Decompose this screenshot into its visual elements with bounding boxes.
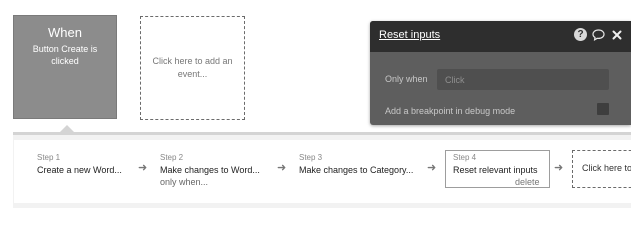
step-name: Make changes to Category... (299, 165, 414, 175)
arrow-right-icon: ➜ (138, 162, 148, 174)
arrow-right-icon: ➜ (554, 162, 564, 174)
only-when-input[interactable] (437, 69, 609, 90)
help-icon[interactable]: ? (574, 28, 587, 41)
step-2[interactable]: Step 2 Make changes to Word... only when… (160, 152, 260, 188)
arrow-right-icon: ➜ (427, 162, 437, 174)
step-condition: only when... (160, 177, 209, 187)
step-number: Step 2 (160, 153, 184, 162)
breakpoint-checkbox[interactable] (597, 103, 609, 115)
comment-icon[interactable] (592, 28, 605, 41)
step-name: Reset relevant inputs (453, 165, 538, 175)
add-action-placeholder[interactable]: Click here to (572, 150, 631, 188)
step-number: Step 1 (37, 153, 61, 162)
event-card[interactable]: When Button Create is clicked (13, 15, 117, 119)
event-pointer (60, 125, 74, 132)
workflow-canvas: When Button Create is clicked Click here… (0, 0, 631, 208)
popup-icons: ? (574, 28, 623, 41)
breakpoint-label: Add a breakpoint in debug mode (385, 106, 516, 116)
step-name: Create a new Word... (37, 165, 122, 175)
step-name: Make changes to Word... (160, 165, 260, 175)
delete-step-link[interactable]: delete (515, 177, 540, 187)
event-description: Button Create is clicked (32, 44, 98, 66)
arrow-right-icon: ➜ (277, 162, 287, 174)
popup-title[interactable]: Reset inputs (379, 29, 440, 41)
popup-header: Reset inputs ? (370, 21, 631, 52)
step-1[interactable]: Step 1 Create a new Word... (37, 152, 122, 176)
event-title: When (48, 25, 82, 40)
step-4[interactable]: Step 4 Reset relevant inputs (453, 152, 538, 176)
property-editor-popup: Reset inputs ? Only when Add a breakpoin… (370, 21, 631, 125)
step-number: Step 3 (299, 153, 323, 162)
add-event-placeholder[interactable]: Click here to add an event... (140, 16, 245, 120)
close-icon[interactable] (610, 28, 623, 41)
step-number: Step 4 (453, 153, 477, 162)
only-when-label: Only when (385, 74, 428, 84)
step-3[interactable]: Step 3 Make changes to Category... (299, 152, 413, 176)
